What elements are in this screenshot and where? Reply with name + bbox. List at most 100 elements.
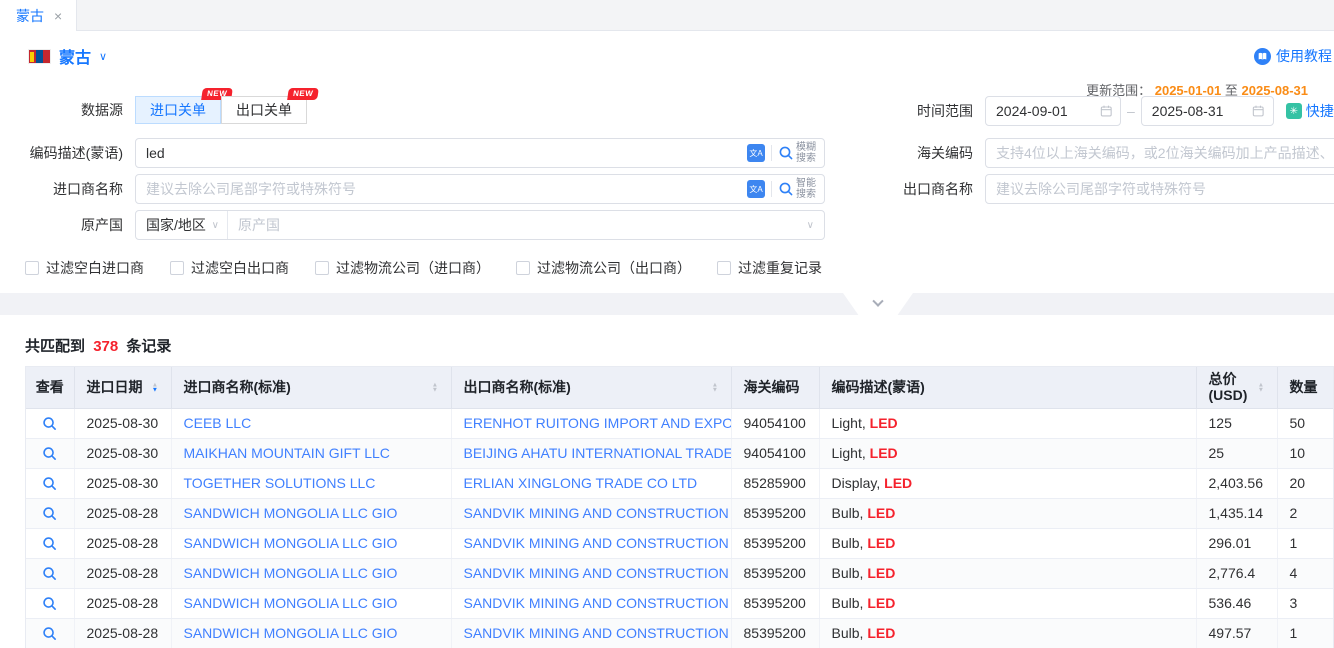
exporter-cell: SANDVIK MINING AND CONSTRUCTION L... — [451, 498, 731, 528]
checkbox-filter-logistics-exporter[interactable]: 过滤物流公司（出口商） — [516, 258, 691, 278]
exporter-link[interactable]: BEIJING AHATU INTERNATIONAL TRADE C... — [464, 445, 732, 461]
checkbox-icon[interactable] — [315, 261, 329, 275]
code-desc-field: 文A 模糊搜索 — [135, 138, 825, 168]
code-desc-row: 编码描述(蒙语) 文A 模糊搜索 — [0, 138, 825, 168]
importer-link[interactable]: SANDWICH MONGOLIA LLC GIO — [184, 505, 398, 521]
importer-link[interactable]: SANDWICH MONGOLIA LLC GIO — [184, 625, 398, 641]
exporter-link[interactable]: SANDVIK MINING AND CONSTRUCTION L... — [464, 625, 732, 641]
view-record-button[interactable] — [42, 506, 57, 521]
qty-cell: 4 — [1277, 558, 1334, 588]
importer-cell: SANDWICH MONGOLIA LLC GIO — [171, 498, 451, 528]
description-cell: Bulb, LED — [819, 558, 1196, 588]
origin-input[interactable] — [228, 217, 807, 233]
sort-icon[interactable]: ▲▼ — [711, 382, 719, 392]
importer-link[interactable]: SANDWICH MONGOLIA LLC GIO — [184, 595, 398, 611]
view-record-button[interactable] — [42, 416, 57, 431]
importer-link[interactable]: SANDWICH MONGOLIA LLC GIO — [184, 535, 398, 551]
hs-code-cell: 85395200 — [731, 558, 819, 588]
view-record-button[interactable] — [42, 446, 57, 461]
col-import-date[interactable]: 进口日期 ▲▼ — [74, 367, 171, 408]
hs-code-field — [985, 138, 1334, 168]
checkbox-filter-logistics-importer[interactable]: 过滤物流公司（进口商） — [315, 258, 490, 278]
tab-mongolia[interactable]: 蒙古 × — [0, 0, 77, 31]
sort-icon[interactable]: ▲▼ — [431, 382, 439, 392]
importer-cell: SANDWICH MONGOLIA LLC GIO — [171, 558, 451, 588]
checkbox-icon[interactable] — [25, 261, 39, 275]
description-text: Bulb, — [832, 565, 868, 581]
tab-import-declarations[interactable]: 进口关单 NEW — [135, 96, 221, 124]
origin-label: 原产国 — [0, 215, 135, 235]
start-date-input[interactable] — [996, 103, 1100, 119]
col-importer[interactable]: 进口商名称(标准) ▲▼ — [171, 367, 451, 408]
exporter-link[interactable]: ERLIAN XINGLONG TRADE CO LTD — [464, 475, 698, 491]
total-cell: 2,776.4 — [1196, 558, 1277, 588]
exporter-link[interactable]: SANDVIK MINING AND CONSTRUCTION L... — [464, 535, 732, 551]
checkbox-icon[interactable] — [717, 261, 731, 275]
col-exporter-label: 出口商名称(标准) — [464, 377, 571, 397]
end-date-input[interactable] — [1152, 103, 1253, 119]
hs-code-cell: 85395200 — [731, 528, 819, 558]
description-cell: Bulb, LED — [819, 498, 1196, 528]
view-record-button[interactable] — [42, 626, 57, 641]
exporter-input[interactable] — [986, 175, 1334, 203]
calendar-icon — [1100, 104, 1113, 118]
importer-label: 进口商名称 — [0, 179, 135, 199]
search-icon — [42, 596, 57, 611]
description-highlight: LED — [867, 565, 895, 581]
close-icon[interactable]: × — [54, 9, 62, 23]
filter-checkbox-row: 过滤空白进口商 过滤空白出口商 过滤物流公司（进口商） 过滤物流公司（出口商） … — [25, 258, 822, 278]
checkbox-icon[interactable] — [170, 261, 184, 275]
tab-export-declarations[interactable]: 出口关单 NEW — [221, 96, 307, 124]
quick-select-icon: ✳ — [1286, 103, 1302, 119]
description-highlight: LED — [884, 475, 912, 491]
importer-link[interactable]: CEEB LLC — [184, 415, 252, 431]
view-record-button[interactable] — [42, 566, 57, 581]
origin-region-select[interactable]: 国家/地区 ∨ — [136, 211, 228, 239]
view-record-button[interactable] — [42, 536, 57, 551]
importer-link[interactable]: TOGETHER SOLUTIONS LLC — [184, 475, 376, 491]
exporter-link[interactable]: ERENHOT RUITONG IMPORT AND EXPORT ... — [464, 415, 732, 431]
importer-input[interactable] — [136, 175, 747, 203]
col-total[interactable]: 总价 (USD) ▲▼ — [1196, 367, 1277, 408]
import-date-cell: 2025-08-30 — [74, 408, 171, 438]
total-cell: 25 — [1196, 438, 1277, 468]
exporter-cell: SANDVIK MINING AND CONSTRUCTION L... — [451, 528, 731, 558]
results-table: 查看 进口日期 ▲▼ 进口商名称(标准) ▲▼ — [25, 366, 1334, 648]
view-record-button[interactable] — [42, 476, 57, 491]
exporter-cell: SANDVIK MINING AND CONSTRUCTION L... — [451, 588, 731, 618]
import-date-cell: 2025-08-30 — [74, 438, 171, 468]
description-highlight: LED — [867, 535, 895, 551]
col-hs-code: 海关编码 — [731, 367, 819, 408]
description-cell: Bulb, LED — [819, 618, 1196, 648]
search-icon — [42, 506, 57, 521]
sort-icon[interactable]: ▲▼ — [151, 382, 159, 392]
tutorial-link[interactable]: 使用教程 — [1254, 46, 1332, 66]
exporter-link[interactable]: SANDVIK MINING AND CONSTRUCTION L... — [464, 595, 732, 611]
hs-code-input[interactable] — [986, 139, 1334, 167]
checkbox-filter-duplicates[interactable]: 过滤重复记录 — [717, 258, 822, 278]
quick-select-button[interactable]: ✳ 快捷 — [1286, 101, 1334, 121]
tab-export-label: 出口关单 — [236, 100, 292, 120]
exporter-label: 出口商名称 — [855, 179, 985, 199]
exporter-link[interactable]: SANDVIK MINING AND CONSTRUCTION L... — [464, 565, 732, 581]
translate-icon[interactable]: 文A — [747, 144, 765, 162]
country-selector[interactable]: 蒙古 ∨ — [28, 44, 107, 68]
checkbox-filter-blank-exporter[interactable]: 过滤空白出口商 — [170, 258, 289, 278]
translate-icon[interactable]: 文A — [747, 180, 765, 198]
import-date-cell: 2025-08-28 — [74, 558, 171, 588]
checkbox-label: 过滤空白出口商 — [191, 258, 289, 278]
exporter-link[interactable]: SANDVIK MINING AND CONSTRUCTION L... — [464, 505, 732, 521]
checkbox-filter-blank-importer[interactable]: 过滤空白进口商 — [25, 258, 144, 278]
sort-icon[interactable]: ▲▼ — [1257, 382, 1265, 392]
view-cell — [26, 558, 74, 588]
col-exporter[interactable]: 出口商名称(标准) ▲▼ — [451, 367, 731, 408]
fuzzy-search-button[interactable]: 模糊搜索 — [778, 142, 818, 164]
smart-search-button[interactable]: 智能搜索 — [778, 178, 818, 200]
collapse-panel-button[interactable] — [843, 293, 913, 315]
checkbox-icon[interactable] — [516, 261, 530, 275]
importer-link[interactable]: SANDWICH MONGOLIA LLC GIO — [184, 565, 398, 581]
table-row: 2025-08-30 CEEB LLC ERENHOT RUITONG IMPO… — [26, 408, 1334, 438]
importer-link[interactable]: MAIKHAN MOUNTAIN GIFT LLC — [184, 445, 390, 461]
code-desc-input[interactable] — [136, 139, 747, 167]
view-record-button[interactable] — [42, 596, 57, 611]
